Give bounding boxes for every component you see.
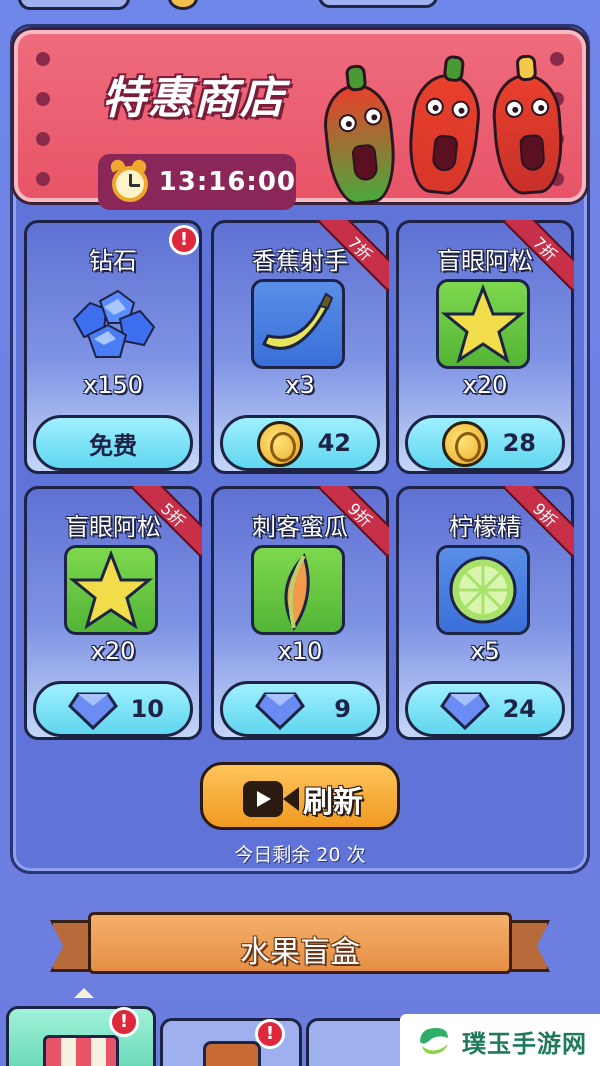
chili-peppers-illustration [318,44,578,208]
diamond-gem-icon [68,692,118,730]
buy-with-coin-button[interactable]: 28 [405,415,565,471]
free-claim-button[interactable]: 免费 [33,415,193,471]
star-fruit-icon [436,279,530,369]
price-amount: 24 [502,695,536,723]
gold-coin-icon [257,421,303,467]
diamond-pile-icon [64,279,158,369]
banner-dot [36,92,50,106]
alert-icon: ! [109,1007,139,1037]
price-amount: 10 [130,695,164,723]
banner-dot [36,172,50,186]
banner-title: 特惠商店 [102,73,286,124]
buy-with-coin-button[interactable]: 42 [220,415,380,471]
item-quantity: x3 [285,371,315,399]
watermark-logo-icon [420,1028,448,1054]
star-fruit-icon [64,545,158,635]
alarm-clock-icon [108,157,149,204]
watermark-text: 璞玉手游网 [462,1030,587,1058]
video-ad-icon [243,781,299,817]
price-amount: 42 [317,429,351,457]
gold-coin-icon [442,421,488,467]
pepper-character [403,54,485,198]
alert-icon: ! [169,225,199,255]
buy-with-gem-button[interactable]: 9 [220,681,380,737]
shop-awning-icon [43,1035,119,1066]
ribbon-main: 水果盲盒 [88,912,512,974]
bag-icon [203,1041,261,1066]
tab-shop[interactable]: ! [6,1006,156,1066]
free-label: 免费 [89,431,137,460]
item-quantity: x5 [470,637,500,665]
shop-item-card[interactable]: 钻石 ! x150 免费 [24,220,202,474]
banner-dot [36,132,50,146]
top-tab-remnant [18,0,130,10]
shop-item-card[interactable]: 刺客蜜瓜 9折 x10 9 [211,486,389,740]
item-quantity: x150 [82,371,143,399]
lime-slice-icon [436,545,530,635]
item-quantity: x10 [277,637,323,665]
shop-screen: 特惠商店 13:16:00 钻石 ! x150 免费 香蕉射手 7折 x3 42… [0,0,600,1066]
pepper-character [319,64,401,208]
coin-icon [168,0,198,10]
banana-icon [251,279,345,369]
refresh-button[interactable]: 刷新 [200,762,400,830]
price-amount: 9 [334,695,351,723]
fruit-blind-box-label: 水果盲盒 [240,935,360,970]
item-quantity: x20 [90,637,136,665]
diamond-gem-icon [255,692,305,730]
price-amount: 28 [502,429,536,457]
refresh-label: 刷新 [303,785,363,820]
buy-with-gem-button[interactable]: 24 [405,681,565,737]
pepper-character [489,54,567,197]
fruit-blind-box-banner[interactable]: 水果盲盒 [50,912,550,978]
tab-bag[interactable]: ! [160,1018,302,1066]
top-remnant [0,0,600,14]
buy-with-gem-button[interactable]: 10 [33,681,193,737]
banner-dots-left [36,48,50,198]
diamond-gem-icon [440,692,490,730]
site-watermark: 璞玉手游网 [400,1014,600,1066]
refresh-remaining-text: 今日剩余 20 次 [234,844,366,866]
item-quantity: x20 [462,371,508,399]
special-shop-banner: 特惠商店 13:16:00 [14,30,586,210]
banner-dot [36,52,50,66]
shop-item-card[interactable]: 盲眼阿松 7折 x20 28 [396,220,574,474]
melon-slice-icon [251,545,345,635]
shop-item-card[interactable]: 柠檬精 9折 x5 24 [396,486,574,740]
countdown-timer: 13:16:00 [98,154,296,210]
shop-item-card[interactable]: 香蕉射手 7折 x3 42 [211,220,389,474]
shop-item-card[interactable]: 盲眼阿松 5折 x20 10 [24,486,202,740]
timer-text: 13:16:00 [158,167,296,197]
top-tab-remnant [318,0,438,8]
